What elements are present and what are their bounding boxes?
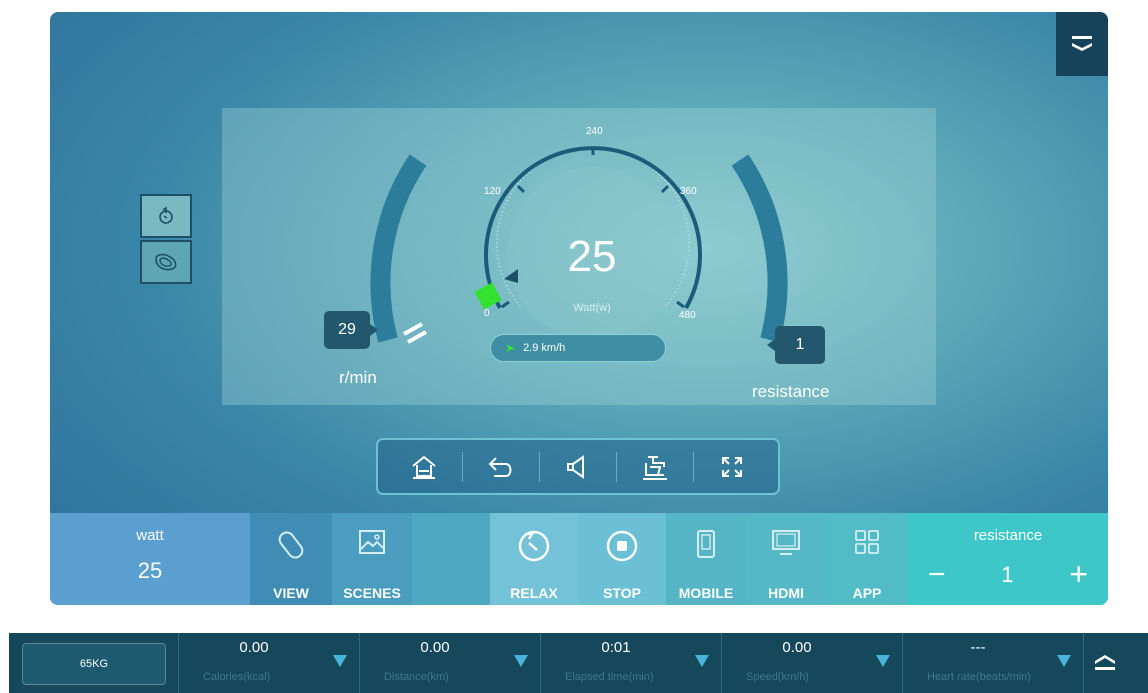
view-label: VIEW xyxy=(273,585,309,601)
separator xyxy=(693,451,694,482)
stat-elapsed-time[interactable]: 0:01 Elapsed time(min) xyxy=(540,633,721,693)
hdmi-icon xyxy=(772,530,800,555)
scenes-button[interactable]: SCENES xyxy=(332,513,412,605)
relax-label: RELAX xyxy=(510,585,558,601)
stat-distance[interactable]: 0.00 Distance(km) xyxy=(359,633,540,693)
watt-box-title: watt xyxy=(136,527,164,544)
rpm-arc xyxy=(370,154,427,343)
stat-value: 0.00 xyxy=(420,639,450,656)
tick-label-0: 0 xyxy=(484,308,490,319)
separator xyxy=(616,451,617,482)
stats-menu-button[interactable] xyxy=(1083,633,1125,693)
tick-label-480: 480 xyxy=(679,310,696,321)
stat-label: Heart rate(beats/min) xyxy=(927,671,1031,683)
resistance-box: resistance − 1 + xyxy=(908,513,1108,605)
stat-value: 0:01 xyxy=(601,639,631,656)
stop-label: STOP xyxy=(603,585,641,601)
view-button[interactable]: VIEW xyxy=(250,513,332,605)
stat-value: 0.00 xyxy=(782,639,812,656)
separator xyxy=(539,451,540,482)
track-icon xyxy=(155,253,177,271)
control-bar xyxy=(376,438,780,495)
speed-value: 2.9 km/h xyxy=(523,342,566,354)
app-label: APP xyxy=(852,585,882,601)
rpm-value: 29 xyxy=(324,311,378,349)
stat-heart-rate[interactable]: --- Heart rate(beats/min) xyxy=(902,633,1083,693)
route-button[interactable] xyxy=(140,194,192,238)
menu-button[interactable] xyxy=(1056,12,1108,76)
scenes-icon xyxy=(359,530,385,554)
tick-label-360: 360 xyxy=(680,186,697,197)
fullscreen-button[interactable] xyxy=(706,447,758,487)
tick-label-240: 240 xyxy=(586,126,603,137)
stop-icon xyxy=(606,530,638,562)
resistance-arc xyxy=(731,154,788,343)
bike-button[interactable] xyxy=(629,447,681,487)
dropdown-arrow-icon[interactable] xyxy=(876,655,890,667)
menu-icon xyxy=(1072,36,1092,51)
watt-unit: Watt(w) xyxy=(573,302,611,314)
dropdown-arrow-icon[interactable] xyxy=(1057,655,1071,667)
home-icon xyxy=(412,455,436,479)
fullscreen-icon xyxy=(722,456,742,477)
stat-label: Distance(km) xyxy=(384,671,449,683)
mobile-button[interactable]: MOBILE xyxy=(666,513,746,605)
stat-calories[interactable]: 0.00 Calories(kcal) xyxy=(178,633,359,693)
resistance-box-value: 1 xyxy=(1001,561,1014,587)
resistance-label: resistance xyxy=(752,382,830,401)
resistance-box-title: resistance xyxy=(973,527,1043,544)
volume-icon xyxy=(567,454,584,479)
dropdown-arrow-icon[interactable] xyxy=(514,655,528,667)
gauge-panel: 0 120 240 360 480 25 Watt(w) ➤ 2.9 km/h … xyxy=(222,108,936,405)
relax-button[interactable]: RELAX xyxy=(490,513,578,605)
resistance-stepper: − 1 + xyxy=(928,556,1088,593)
resistance-decrease-button[interactable]: − xyxy=(928,558,946,592)
relax-icon xyxy=(518,530,550,562)
hdmi-label: HDMI xyxy=(768,585,804,601)
stat-label: Calories(kcal) xyxy=(203,671,271,683)
dropdown-arrow-icon[interactable] xyxy=(333,655,347,667)
track-button[interactable] xyxy=(140,240,192,284)
back-button[interactable] xyxy=(475,447,527,487)
speed-pill: ➤ 2.9 km/h xyxy=(490,334,666,362)
stats-bar: 65KG 0.00 Calories(kcal) 0.00 Distance(k… xyxy=(9,633,1148,693)
tick-label-120: 120 xyxy=(484,186,501,197)
stat-value: --- xyxy=(970,639,986,656)
watt-value: 25 xyxy=(567,232,617,281)
rpm-level-bar xyxy=(403,322,423,336)
mobile-label: MOBILE xyxy=(678,585,734,601)
rpm-label: r/min xyxy=(339,368,377,387)
runner-icon: ➤ xyxy=(505,341,516,355)
resistance-value: 1 xyxy=(767,326,825,364)
watt-box: watt 25 xyxy=(50,513,250,605)
weight-button[interactable]: 65KG xyxy=(22,643,166,685)
app-button[interactable]: APP xyxy=(826,513,908,605)
stat-label: Elapsed time(min) xyxy=(565,671,654,683)
bike-icon xyxy=(643,455,667,480)
home-button[interactable] xyxy=(398,447,450,487)
dropdown-arrow-icon[interactable] xyxy=(695,655,709,667)
hdmi-button[interactable]: HDMI xyxy=(746,513,826,605)
rpm-level-bar xyxy=(407,330,427,344)
stat-label: Speed(km/h) xyxy=(746,671,809,683)
workout-screen: 0 120 240 360 480 25 Watt(w) ➤ 2.9 km/h … xyxy=(50,12,1108,605)
bottom-bar: watt 25 VIEW SCENES RELAX STOP MOBILE HD… xyxy=(50,513,1108,605)
volume-button[interactable] xyxy=(552,447,604,487)
expand-icon xyxy=(1094,655,1115,670)
route-icon xyxy=(159,206,173,224)
stop-button[interactable]: STOP xyxy=(578,513,666,605)
resistance-increase-button[interactable]: + xyxy=(1069,556,1088,593)
bottom-spacer xyxy=(412,513,490,605)
mobile-icon xyxy=(697,530,715,558)
watt-box-value: 25 xyxy=(137,558,163,583)
back-icon xyxy=(488,456,512,477)
separator xyxy=(462,451,463,482)
app-icon xyxy=(855,530,879,554)
scenes-label: SCENES xyxy=(343,585,401,601)
stat-value: 0.00 xyxy=(239,639,269,656)
view-icon xyxy=(278,531,304,559)
stat-speed[interactable]: 0.00 Speed(km/h) xyxy=(721,633,902,693)
side-panel xyxy=(140,194,192,286)
